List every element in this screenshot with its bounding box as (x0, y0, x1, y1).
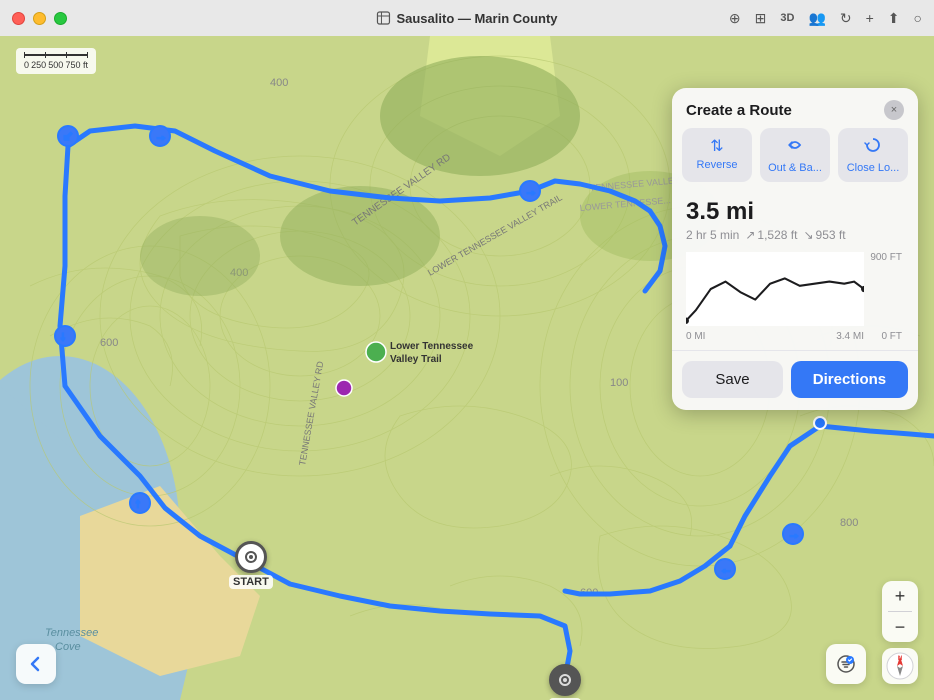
window-title: Sausalito — Marin County (376, 11, 557, 26)
start-circle (235, 541, 267, 573)
back-icon (27, 655, 45, 673)
scale-labels: 0 250 500 750 ft (24, 60, 88, 70)
out-back-label: Out & Ba... (768, 162, 822, 174)
elev-up: ↗ 1,528 ft (745, 228, 797, 242)
end-marker: END (549, 664, 581, 700)
close-loop-icon (864, 136, 882, 159)
zoom-out-button[interactable]: − (882, 612, 918, 642)
close-loop-label: Close Lo... (847, 162, 900, 174)
add-icon[interactable]: + (866, 10, 874, 26)
action-buttons: ⇅ Reverse Out & Ba... (672, 128, 918, 192)
scale-bar: 0 250 500 750 ft (16, 48, 96, 74)
compass-icon: N (886, 652, 914, 680)
start-label: START (229, 575, 273, 589)
map-controls: + − N (882, 581, 918, 684)
chart-y-labels: 900 FT 0 FT (870, 252, 904, 342)
maximize-button[interactable] (54, 12, 67, 25)
distance-value: 3.5 mi (686, 198, 904, 226)
share-icon[interactable]: ⬆ (888, 10, 900, 27)
out-back-button[interactable]: Out & Ba... (760, 128, 830, 182)
route-filter-button[interactable] (826, 644, 866, 684)
bottom-buttons: Save Directions (672, 350, 918, 410)
close-loop-button[interactable]: Close Lo... (838, 128, 908, 182)
svg-text:800: 800 (840, 517, 858, 529)
svg-text:→: → (155, 129, 167, 143)
route-panel: Create a Route × ⇅ Reverse Out & Ba... (672, 88, 918, 410)
stats-sub: 2 hr 5 min ↗ 1,528 ft ↘ 953 ft (686, 228, 904, 242)
filter-icon (836, 654, 856, 674)
svg-text:↙: ↙ (63, 129, 73, 143)
svg-text:↑: ↑ (135, 496, 141, 510)
svg-text:→: → (788, 527, 800, 541)
start-marker: START (229, 541, 273, 589)
elevation-chart: 900 FT 0 FT 0 MI 3.4 MI (686, 252, 904, 342)
down-arrow-icon: ↘ (803, 228, 813, 242)
zoom-in-button[interactable]: + (882, 581, 918, 611)
refresh-icon[interactable]: ↻ (840, 10, 852, 27)
3d-icon[interactable]: 3D (780, 12, 794, 24)
back-button[interactable] (16, 644, 56, 684)
save-button[interactable]: Save (682, 361, 783, 398)
svg-text:100: 100 (610, 377, 628, 389)
people-icon[interactable]: 👥 (808, 10, 825, 27)
svg-text:Lower Tennessee: Lower Tennessee (390, 341, 474, 352)
location-icon[interactable]: ⊕ (729, 10, 741, 27)
reverse-label: Reverse (697, 159, 738, 171)
svg-text:↓: ↓ (60, 329, 66, 343)
chart-area (686, 252, 864, 326)
reverse-icon: ⇅ (710, 136, 723, 156)
layers-icon[interactable]: ⊞ (755, 10, 767, 27)
reverse-button[interactable]: ⇅ Reverse (682, 128, 752, 182)
close-button[interactable] (12, 12, 25, 25)
toolbar-icons: ⊕ ⊞ 3D 👥 ↻ + ⬆ ○ (729, 10, 922, 27)
svg-text:Cove: Cove (55, 641, 81, 653)
zoom-control: + − (882, 581, 918, 642)
map-icon (376, 11, 390, 25)
svg-text:Tennessee: Tennessee (45, 627, 98, 639)
panel-title: Create a Route (686, 102, 792, 119)
end-circle (549, 664, 581, 696)
chart-x-labels: 0 MI 3.4 MI (686, 331, 864, 342)
title-bar: Sausalito — Marin County ⊕ ⊞ 3D 👥 ↻ + ⬆ … (0, 0, 934, 36)
svg-text:→: → (525, 184, 537, 198)
directions-button[interactable]: Directions (791, 361, 908, 398)
time-value: 2 hr 5 min (686, 228, 739, 242)
out-back-icon (786, 136, 804, 159)
panel-header: Create a Route × (672, 88, 918, 128)
svg-text:Valley Trail: Valley Trail (390, 354, 442, 365)
svg-text:400: 400 (270, 77, 288, 89)
elev-down: ↘ 953 ft (803, 228, 845, 242)
stats-section: 3.5 mi 2 hr 5 min ↗ 1,528 ft ↘ 953 ft (672, 192, 918, 244)
map-container[interactable]: 400 600 400 600 800 300 100 TENNESSEE VA… (0, 36, 934, 700)
svg-text:N: N (898, 656, 902, 662)
window-controls[interactable] (12, 12, 67, 25)
panel-close-button[interactable]: × (884, 100, 904, 120)
up-arrow-icon: ↗ (745, 228, 755, 242)
svg-text:600: 600 (100, 337, 118, 349)
compass[interactable]: N (882, 648, 918, 684)
svg-text:←: ← (720, 562, 732, 576)
account-icon[interactable]: ○ (914, 10, 922, 26)
minimize-button[interactable] (33, 12, 46, 25)
